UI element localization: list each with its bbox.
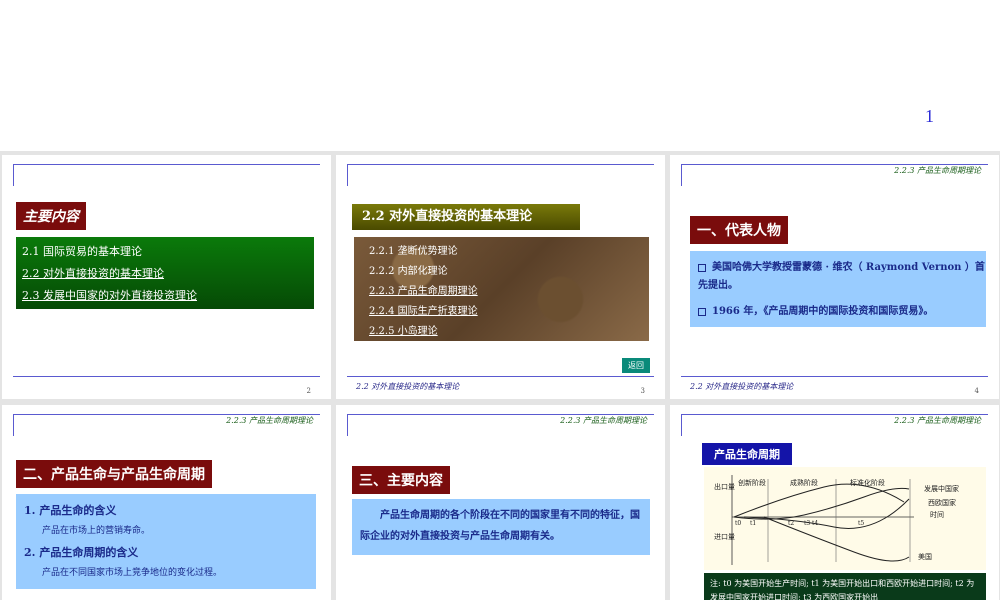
list-item-link[interactable]: 2.2 对外直接投资的基本理论 <box>22 265 314 281</box>
return-button[interactable]: 返回 <box>622 358 650 373</box>
y-top-label: 出口量 <box>714 482 735 491</box>
page-number: 4 <box>974 387 979 395</box>
item-description: 产品在不同国家市场上竞争地位的变化过程。 <box>42 568 223 578</box>
list-item: 2.2.1 垄断优势理论 <box>369 246 458 257</box>
us-export-curve <box>733 483 905 518</box>
bullet-item: 1966 年，《产品周期中的国际投资和国际贸易》。 <box>698 303 986 321</box>
note-box: 注: t0 为美国开始生产时间; t1 为美国开始出口和西欧开始进口时间; t2… <box>704 573 986 600</box>
list-item-link[interactable]: 2.3 发展中国家的对外直接投资理论 <box>22 287 314 303</box>
header-text: 2.2.3 产品生命周期理论 <box>560 416 647 425</box>
header-text: 2.2.3 产品生命周期理论 <box>894 416 981 425</box>
series-label: 西欧国家 <box>928 498 956 507</box>
item-description: 产品在市场上的营销寿命。 <box>42 526 151 536</box>
time-mark: t5 <box>858 520 864 527</box>
phase-label: 标准化阶段 <box>850 478 885 487</box>
series-label: 发展中国家 <box>924 484 959 493</box>
slide-thumbnail-7[interactable]: 2.2.3 产品生命周期理论 产品生命周期 出口量 进口量 创新阶段 成熟阶段 … <box>670 405 999 600</box>
content-box: 美国哈佛大学教授雷蒙德 · 维农（ Raymond Vernon ）首先提出。 … <box>690 251 986 327</box>
theory-list: 2.2.1 垄断优势理论 2.2.2 内部化理论 2.2.3 产品生命周期理论 … <box>354 237 649 341</box>
slide-title: 一、代表人物 <box>690 216 788 244</box>
slide-title: 三、主要内容 <box>352 466 450 494</box>
slide-thumbnail-5[interactable]: 2.2.3 产品生命周期理论 二、产品生命与产品生命周期 1. 产品生命的含义 … <box>2 405 331 600</box>
paragraph: 产品生命周期的各个阶段在不同的国家里有不同的特征，国际企业的对外直接投资与产品生… <box>360 510 640 542</box>
phase-label: 成熟阶段 <box>790 478 818 487</box>
slide-title: 2.2 对外直接投资的基本理论 <box>352 204 580 230</box>
slide-title: 主要内容 <box>16 202 86 230</box>
top-slide: 1 <box>0 0 1000 151</box>
list-item-link[interactable]: 2.2.5 小岛理论 <box>369 322 649 337</box>
list-item: 2.1 国际贸易的基本理论 <box>22 245 142 258</box>
y-bottom-label: 进口量 <box>714 533 735 541</box>
slide-thumbnail-3[interactable]: 2.2 对外直接投资的基本理论 2.2.1 垄断优势理论 2.2.2 内部化理论… <box>336 155 665 399</box>
page-number: 2 <box>306 387 311 395</box>
contents-list: 2.1 国际贸易的基本理论 2.2 对外直接投资的基本理论 2.3 发展中国家的… <box>16 237 314 309</box>
time-mark: t3 <box>804 520 810 527</box>
list-item-link[interactable]: 2.2.4 国际生产折衷理论 <box>369 302 649 317</box>
content-box: 1. 产品生命的含义 产品在市场上的营销寿命。 2. 产品生命周期的含义 产品在… <box>16 494 316 589</box>
slide-title: 二、产品生命与产品生命周期 <box>16 460 212 488</box>
series-label: 美国 <box>918 552 932 561</box>
list-item: 2.2.2 内部化理论 <box>369 266 448 277</box>
footer-text: 2.2 对外直接投资的基本理论 <box>690 382 794 391</box>
western-europe-curve <box>733 487 910 520</box>
time-mark: t1 <box>750 520 756 527</box>
axis-label: 时间 <box>930 510 944 519</box>
page-number: 3 <box>640 387 645 395</box>
phase-label: 创新阶段 <box>738 478 766 487</box>
us-import-curve <box>763 516 910 562</box>
square-bullet-icon <box>698 263 706 272</box>
header-text: 2.2.3 产品生命周期理论 <box>894 166 981 175</box>
page-number: 1 <box>925 106 934 126</box>
lifecycle-svg: 出口量 进口量 创新阶段 成熟阶段 标准化阶段 发展中国家 西欧国家 时间 美国… <box>714 475 959 565</box>
slide-thumbnail-4[interactable]: 2.2.3 产品生命周期理论 一、代表人物 美国哈佛大学教授雷蒙德 · 维农（ … <box>670 155 999 399</box>
slide-title: 产品生命周期 <box>702 443 792 465</box>
time-mark: t0 <box>735 520 741 527</box>
header-text: 2.2.3 产品生命周期理论 <box>226 416 313 425</box>
content-box: 产品生命周期的各个阶段在不同的国家里有不同的特征，国际企业的对外直接投资与产品生… <box>352 499 650 555</box>
numbered-item: 1. 产品生命的含义 <box>24 504 117 517</box>
numbered-item: 2. 产品生命周期的含义 <box>24 546 139 559</box>
lifecycle-diagram: 出口量 进口量 创新阶段 成熟阶段 标准化阶段 发展中国家 西欧国家 时间 美国… <box>704 467 986 570</box>
footer-text: 2.2 对外直接投资的基本理论 <box>356 382 460 391</box>
slide-thumbnail-6[interactable]: 2.2.3 产品生命周期理论 三、主要内容 产品生命周期的各个阶段在不同的国家里… <box>336 405 665 600</box>
square-bullet-icon <box>698 307 706 316</box>
slide-thumbnail-2[interactable]: 主要内容 2.1 国际贸易的基本理论 2.2 对外直接投资的基本理论 2.3 发… <box>2 155 331 399</box>
bullet-item: 美国哈佛大学教授雷蒙德 · 维农（ Raymond Vernon ）首先提出。 <box>698 262 985 291</box>
time-mark: t2 <box>788 520 794 527</box>
time-mark: t4 <box>812 520 818 527</box>
list-item-link[interactable]: 2.2.3 产品生命周期理论 <box>369 282 649 297</box>
